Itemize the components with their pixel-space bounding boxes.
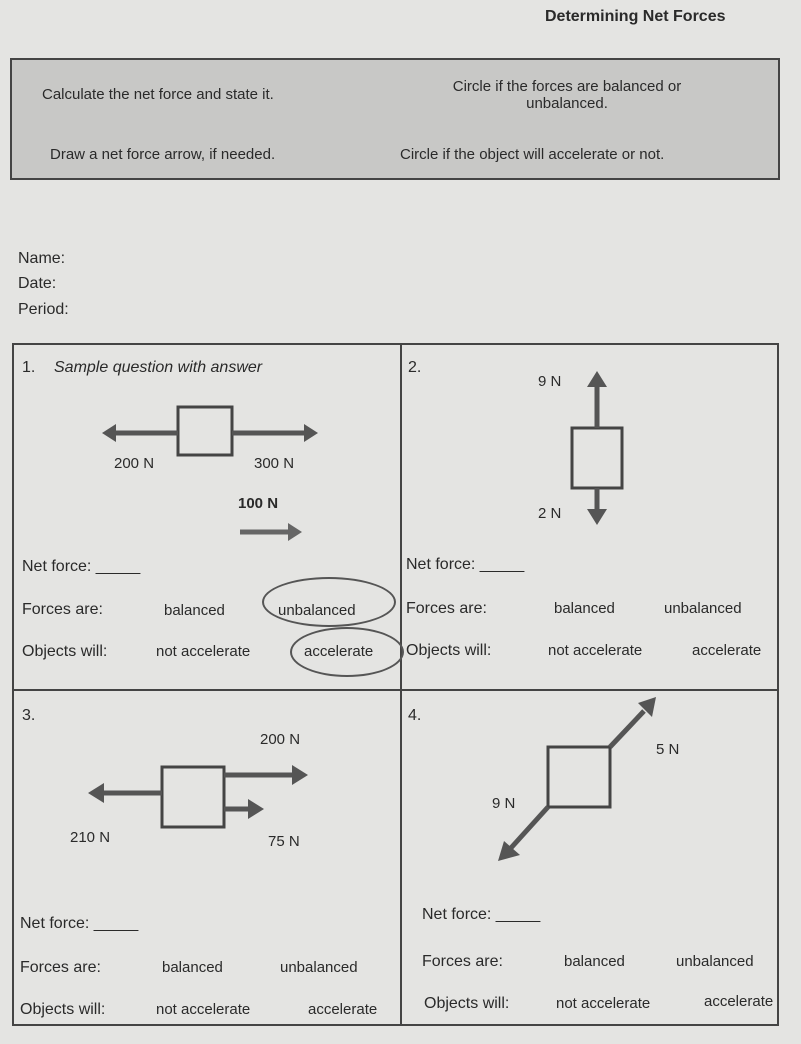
- option-accelerate[interactable]: accelerate: [308, 1001, 377, 1018]
- objects-will-label: Objects will:: [406, 642, 492, 659]
- forces-are-label: Forces are:: [422, 953, 503, 970]
- option-accelerate[interactable]: accelerate: [692, 642, 761, 659]
- question-3: 3. 200 N 210 N 75 N Net force: _____ For…: [14, 691, 400, 1031]
- net-force-field[interactable]: Net force: _____: [422, 906, 540, 924]
- option-balanced[interactable]: balanced: [162, 959, 223, 976]
- option-balanced[interactable]: balanced: [564, 953, 625, 970]
- net-force-field[interactable]: Net force: _____: [22, 558, 140, 576]
- right-arrowhead: [292, 765, 308, 785]
- force-label: 200 N: [260, 731, 301, 748]
- object-box: [176, 405, 234, 457]
- down-left-force-arrow: [508, 805, 550, 851]
- date-field[interactable]: Date:: [18, 275, 56, 293]
- object-box: [160, 765, 226, 829]
- option-not-accelerate[interactable]: not accelerate: [156, 643, 250, 660]
- answer-circle: [262, 577, 396, 627]
- option-not-accelerate[interactable]: not accelerate: [156, 1001, 250, 1018]
- forces-are-label: Forces are:: [20, 959, 101, 976]
- force-label: 2 N: [538, 505, 562, 522]
- up-right-force-arrow: [608, 709, 646, 749]
- forces-are-label: Forces are:: [406, 600, 487, 617]
- option-not-accelerate[interactable]: not accelerate: [548, 642, 642, 659]
- objects-will-label: Objects will:: [22, 643, 108, 660]
- net-force-field[interactable]: Net force: _____: [406, 556, 524, 574]
- page-title: Determining Net Forces: [545, 8, 726, 25]
- option-balanced[interactable]: balanced: [554, 600, 615, 617]
- period-field[interactable]: Period:: [18, 301, 69, 319]
- forces-are-label: Forces are:: [22, 601, 103, 618]
- force-label: 210 N: [70, 829, 111, 846]
- force-label: 75 N: [268, 833, 300, 850]
- option-not-accelerate[interactable]: not accelerate: [556, 995, 650, 1012]
- option-unbalanced[interactable]: unbalanced: [676, 953, 754, 970]
- question-4: 4. 5 N 9 N Net force: _____ Forces are: …: [402, 691, 788, 1031]
- left-arrowhead: [102, 424, 116, 442]
- question-1: 1. Sample question with answer 200 N 300…: [14, 345, 404, 685]
- option-unbalanced[interactable]: unbalanced: [280, 959, 358, 976]
- instruction-circle-accelerate: Circle if the object will accelerate or …: [400, 146, 665, 163]
- left-arrowhead: [88, 783, 104, 803]
- option-balanced[interactable]: balanced: [164, 602, 225, 619]
- force-diagram: [88, 765, 308, 829]
- instruction-calculate: Calculate the net force and state it.: [42, 86, 274, 103]
- answer-circle: [290, 627, 404, 677]
- right-arrowhead-small: [248, 799, 264, 819]
- force-label: 300 N: [254, 455, 295, 472]
- instruction-circle-balanced: Circle if the forces are balanced or unb…: [452, 78, 682, 112]
- force-label: 9 N: [492, 795, 516, 812]
- objects-will-label: Objects will:: [424, 995, 510, 1012]
- force-label: 5 N: [656, 741, 680, 758]
- option-accelerate[interactable]: accelerate: [704, 993, 773, 1010]
- instruction-draw: Draw a net force arrow, if needed.: [50, 146, 276, 163]
- object-box: [570, 426, 624, 490]
- answer-label: 100 N: [238, 495, 279, 512]
- question-grid: 1. Sample question with answer 200 N 300…: [12, 343, 779, 1026]
- force-label: 9 N: [538, 373, 562, 390]
- right-arrowhead: [304, 424, 318, 442]
- force-label: 200 N: [114, 455, 155, 472]
- force-diagram: [570, 371, 624, 525]
- objects-will-label: Objects will:: [20, 1001, 106, 1018]
- down-arrowhead: [587, 509, 607, 525]
- instructions-box: Calculate the net force and state it. Ci…: [10, 58, 780, 180]
- option-unbalanced[interactable]: unbalanced: [664, 600, 742, 617]
- net-force-field[interactable]: Net force: _____: [20, 915, 138, 933]
- question-2: 2. 9 N 2 N Net force: _____ Forces are: …: [402, 345, 788, 685]
- force-diagram: [498, 697, 656, 861]
- up-arrowhead: [587, 371, 607, 387]
- name-field[interactable]: Name:: [18, 250, 65, 268]
- net-arrowhead: [288, 523, 302, 541]
- object-box: [546, 745, 612, 809]
